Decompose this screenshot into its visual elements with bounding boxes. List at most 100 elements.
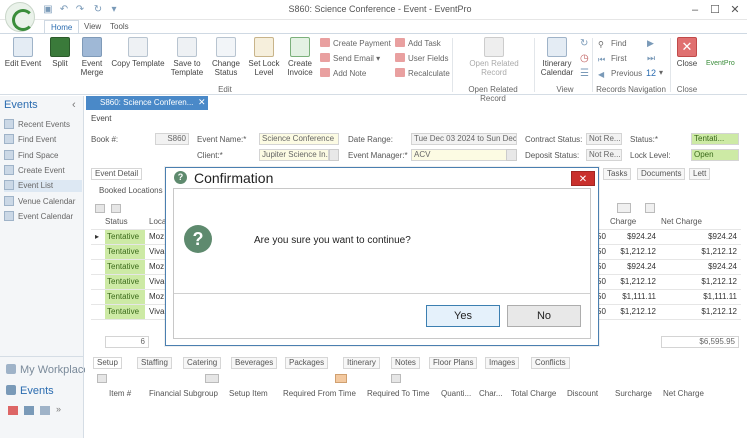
create-invoice-button[interactable]: Create Invoice bbox=[284, 37, 316, 77]
app-logo-icon[interactable] bbox=[5, 2, 35, 32]
open-related-record-button[interactable]: Open Related Record bbox=[462, 37, 526, 77]
tab-tasks[interactable]: Tasks bbox=[603, 168, 632, 180]
date-range-field[interactable]: Tue Dec 03 2024 to Sun Dec 0 bbox=[411, 133, 517, 145]
event-name-field[interactable]: Science Conference bbox=[259, 133, 339, 145]
row-status-cell[interactable]: Tentative bbox=[105, 290, 145, 304]
nav-item-recent-events[interactable]: Recent Events bbox=[4, 119, 70, 131]
nav-events[interactable]: Events bbox=[6, 385, 54, 397]
refresh-icon[interactable]: ↻ bbox=[92, 4, 104, 16]
row-status-cell[interactable]: Tentative bbox=[105, 260, 145, 274]
row-charge-cell[interactable]: $1,111.11 bbox=[610, 290, 658, 304]
setup-column-header[interactable]: Surcharge bbox=[615, 389, 661, 398]
detail-tab[interactable]: Images bbox=[485, 357, 520, 369]
row-status-cell[interactable]: Tentative bbox=[105, 245, 145, 259]
nav-item-event-calendar[interactable]: Event Calendar bbox=[4, 211, 73, 223]
event-manager-field[interactable]: ACV bbox=[411, 149, 507, 161]
row-net-charge-cell[interactable]: $924.24 bbox=[661, 230, 739, 244]
setup-new-icon[interactable] bbox=[97, 374, 107, 383]
mail-icon[interactable] bbox=[40, 406, 50, 415]
row-charge-cell[interactable]: $924.24 bbox=[610, 260, 658, 274]
row-charge-cell[interactable]: $924.24 bbox=[610, 230, 658, 244]
customize-toolbar-icon[interactable]: ▾ bbox=[108, 4, 120, 16]
setup-column-header[interactable]: Required From Time bbox=[283, 389, 365, 398]
contacts-icon[interactable] bbox=[24, 406, 34, 415]
page-dropdown-icon[interactable]: ▾ bbox=[659, 68, 663, 77]
nav-item-find-event[interactable]: Find Event bbox=[4, 134, 56, 146]
tab-view[interactable]: View bbox=[78, 20, 107, 34]
document-tab[interactable]: S860: Science Conferen... bbox=[86, 96, 208, 110]
close-window-icon[interactable]: ✕ bbox=[728, 3, 742, 17]
tab-event-detail[interactable]: Event Detail bbox=[91, 168, 143, 180]
detail-tab[interactable]: Setup bbox=[93, 357, 122, 369]
row-net-charge-cell[interactable]: $924.24 bbox=[661, 260, 739, 274]
row-charge-cell[interactable]: $1,212.12 bbox=[610, 305, 658, 319]
close-button[interactable]: ✕ Close bbox=[674, 37, 700, 68]
setup-grid-options-icon[interactable] bbox=[205, 374, 219, 383]
refresh-view-icon[interactable]: ↻ bbox=[580, 38, 588, 49]
next-icon[interactable]: ▶ bbox=[647, 38, 654, 49]
detail-tab[interactable]: Catering bbox=[183, 357, 222, 369]
row-net-charge-cell[interactable]: $1,212.12 bbox=[661, 275, 739, 289]
find-button[interactable]: ⚲ Find bbox=[598, 38, 627, 50]
client-field[interactable]: Jupiter Science In... bbox=[259, 149, 329, 161]
send-email-button[interactable]: Send Email ▾ bbox=[320, 53, 380, 65]
row-charge-cell[interactable]: $1,212.12 bbox=[610, 245, 658, 259]
setup-column-header[interactable]: Char... bbox=[479, 389, 509, 398]
setup-column-header[interactable]: Net Charge bbox=[663, 389, 735, 398]
column-header-net-charge[interactable]: Net Charge bbox=[661, 215, 739, 229]
status-field[interactable]: Tentati... bbox=[691, 133, 739, 145]
setup-column-header[interactable]: Financial Subgroup bbox=[149, 389, 227, 398]
row-net-charge-cell[interactable]: $1,111.11 bbox=[661, 290, 739, 304]
nav-item-venue-calendar[interactable]: Venue Calendar bbox=[4, 196, 75, 208]
grid-options-icon[interactable] bbox=[617, 203, 631, 213]
itinerary-calendar-button[interactable]: Itinerary Calendar bbox=[538, 37, 576, 77]
row-status-cell[interactable]: Tentative bbox=[105, 305, 145, 319]
maximize-icon[interactable]: ☐ bbox=[708, 3, 722, 17]
tab-home[interactable]: Home bbox=[44, 20, 80, 34]
export-icon[interactable] bbox=[645, 203, 655, 213]
more-icon[interactable]: » bbox=[56, 404, 61, 414]
row-net-charge-cell[interactable]: $1,212.12 bbox=[661, 245, 739, 259]
document-tab-close-icon[interactable]: ✕ bbox=[198, 97, 206, 108]
setup-column-header[interactable]: Required To Time bbox=[367, 389, 439, 398]
copy-template-button[interactable]: Copy Template bbox=[110, 37, 166, 68]
setup-column-header[interactable]: Quanti... bbox=[441, 389, 477, 398]
calendar-small-icon[interactable] bbox=[8, 406, 18, 415]
detail-tab[interactable]: Conflicts bbox=[531, 357, 570, 369]
copy-row-icon[interactable] bbox=[111, 204, 121, 213]
row-status-cell[interactable]: Tentative bbox=[105, 230, 145, 244]
column-header-status[interactable]: Status bbox=[105, 215, 145, 229]
redo-icon[interactable]: ↷ bbox=[74, 4, 86, 16]
detail-tab[interactable]: Itinerary bbox=[343, 357, 380, 369]
change-status-button[interactable]: Change Status bbox=[208, 37, 244, 77]
yes-button[interactable]: Yes bbox=[426, 305, 500, 327]
history-icon[interactable]: ◷ bbox=[580, 53, 589, 64]
setup-export-icon[interactable] bbox=[391, 374, 401, 383]
event-merge-button[interactable]: Event Merge bbox=[78, 37, 106, 77]
detail-tab[interactable]: Staffing bbox=[137, 357, 172, 369]
detail-tab[interactable]: Floor Plans bbox=[429, 357, 478, 369]
detail-tab[interactable]: Packages bbox=[285, 357, 329, 369]
tab-tools[interactable]: Tools bbox=[104, 20, 135, 34]
setup-column-header[interactable]: Setup Item bbox=[229, 389, 281, 398]
add-note-button[interactable]: Add Note bbox=[320, 68, 366, 80]
undo-icon[interactable]: ↶ bbox=[58, 4, 70, 16]
nav-item-create-event[interactable]: Create Event bbox=[4, 165, 65, 177]
minimize-icon[interactable]: – bbox=[688, 3, 702, 17]
first-button[interactable]: ⏮ First bbox=[598, 53, 627, 65]
setup-column-header[interactable]: Item # bbox=[109, 389, 147, 398]
user-fields-button[interactable]: User Fields bbox=[395, 53, 448, 65]
no-button[interactable]: No bbox=[507, 305, 581, 327]
save-icon[interactable]: ▣ bbox=[42, 4, 54, 16]
split-button[interactable]: Split bbox=[46, 37, 74, 68]
nav-my-workplace[interactable]: My Workplace bbox=[6, 364, 89, 376]
row-status-cell[interactable]: Tentative bbox=[105, 275, 145, 289]
edit-event-button[interactable]: Edit Event bbox=[4, 37, 42, 68]
row-net-charge-cell[interactable]: $1,212.12 bbox=[661, 305, 739, 319]
tab-letters[interactable]: Lett bbox=[689, 168, 711, 180]
column-header-charge[interactable]: Charge bbox=[610, 215, 658, 229]
save-to-template-button[interactable]: Save to Template bbox=[168, 37, 206, 77]
setup-column-header[interactable]: Discount bbox=[567, 389, 613, 398]
page-number[interactable]: 12 bbox=[646, 68, 656, 78]
collapse-chevron-icon[interactable]: ‹ bbox=[72, 99, 76, 111]
